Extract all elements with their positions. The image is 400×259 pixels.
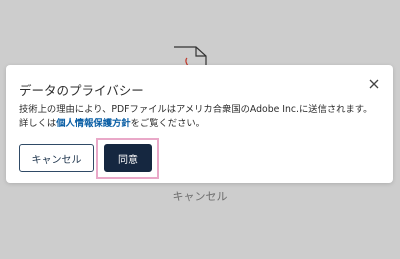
agree-button[interactable]: 同意	[104, 144, 152, 172]
privacy-dialog: データのプライバシー 技術上の理由により、PDFファイルはアメリカ合衆国のAdo…	[6, 65, 393, 183]
message-text-end: をご覧ください。	[130, 118, 205, 129]
dialog-title: データのプライバシー	[19, 83, 144, 98]
close-icon[interactable]	[367, 77, 381, 91]
privacy-policy-link[interactable]: 個人情報保護方針	[56, 118, 130, 129]
dialog-message: 技術上の理由により、PDFファイルはアメリカ合衆国のAdobe Inc.に送信さ…	[19, 103, 381, 131]
cancel-button[interactable]: キャンセル	[19, 144, 94, 172]
background-cancel-link[interactable]: キャンセル	[0, 188, 400, 204]
